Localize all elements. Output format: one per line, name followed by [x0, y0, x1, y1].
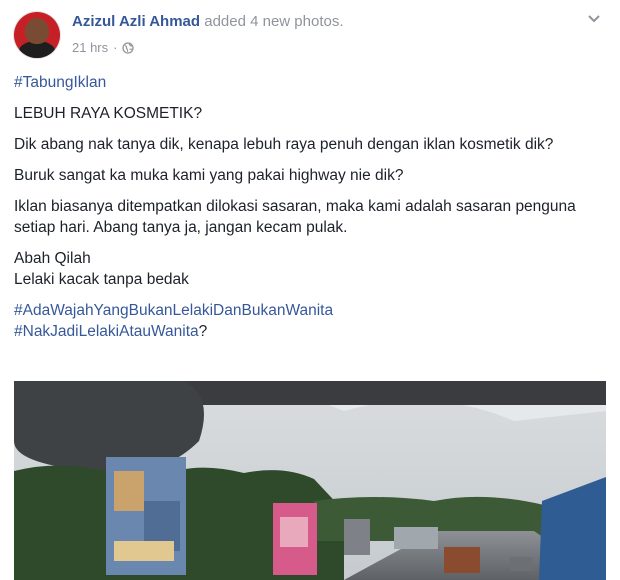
avatar-face	[25, 18, 49, 44]
highway-photo[interactable]	[14, 381, 606, 580]
truck-distant	[444, 547, 480, 573]
car-distant	[510, 557, 532, 571]
hashtag-suffix: ?	[198, 323, 208, 340]
facebook-post: Azizul Azli Ahmad added 4 new photos. 21…	[0, 0, 620, 580]
billboard-4	[394, 527, 438, 549]
hashtag-nakjadi[interactable]: #NakJadiLelakiAtauWanita	[14, 323, 199, 340]
signature-line-1: Abah Qilah	[14, 250, 91, 267]
post-title: LEBUH RAYA KOSMETIK?	[14, 105, 203, 122]
post-header: Azizul Azli Ahmad added 4 new photos.	[72, 13, 344, 30]
signature-line-2: Lelaki kacak tanpa bedak	[14, 271, 189, 288]
post-paragraph-3: Iklan biasanya ditempatkan dilokasi sasa…	[14, 198, 576, 236]
globe-icon[interactable]	[122, 41, 135, 54]
post-timestamp[interactable]: 21 hrs	[72, 40, 108, 55]
billboard-2-blur	[280, 517, 308, 547]
post-body: #TabungIklan LEBUH RAYA KOSMETIK? Dik ab…	[14, 72, 606, 342]
author-name-link[interactable]: Azizul Azli Ahmad	[72, 13, 200, 30]
post-paragraph-1: Dik abang nak tanya dik, kenapa lebuh ra…	[14, 136, 554, 153]
meta-separator: ·	[113, 40, 118, 55]
post-action-text: added 4 new photos.	[200, 13, 344, 30]
hashtag-tabungiklan[interactable]: #TabungIklan	[14, 74, 106, 91]
post-paragraph-2: Buruk sangat ka muka kami yang pakai hig…	[14, 167, 404, 184]
author-avatar[interactable]	[14, 12, 60, 58]
post-meta: 21 hrs ·	[72, 40, 135, 55]
billboard-1-blur-c	[114, 541, 174, 561]
chevron-down-icon[interactable]	[586, 10, 602, 26]
hashtag-adawajah[interactable]: #AdaWajahYangBukanLelakiDanBukanWanita	[14, 302, 333, 319]
billboard-1-blur-a	[114, 471, 144, 511]
billboard-3	[344, 519, 370, 555]
